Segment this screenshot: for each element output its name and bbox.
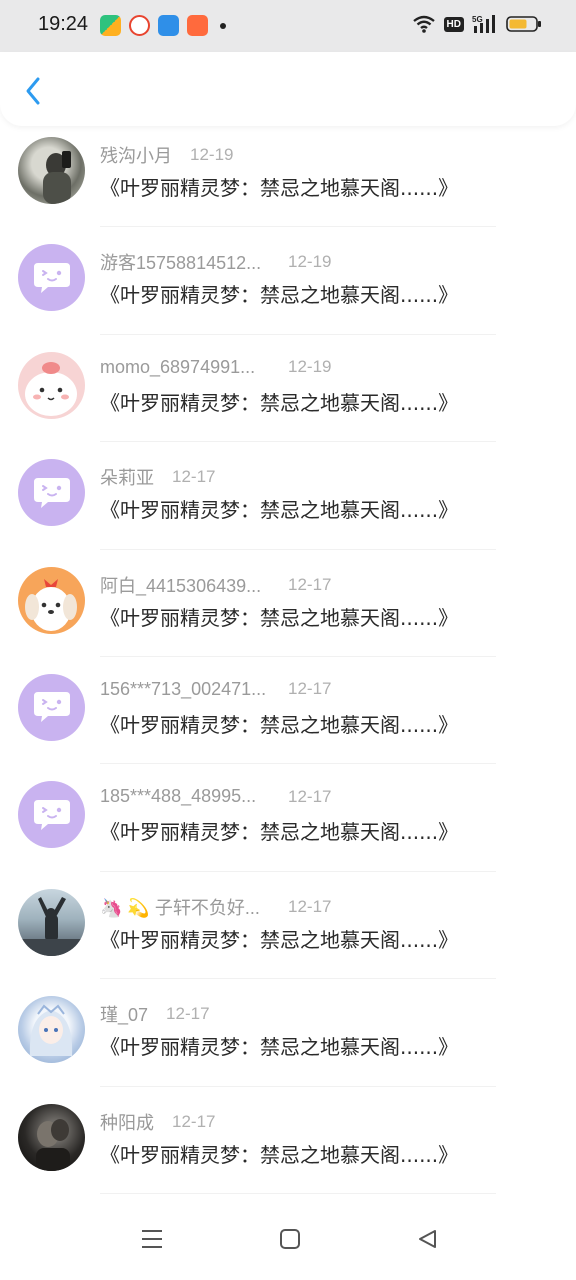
list-item[interactable]: 残沟小月 12-19 《叶罗丽精灵梦：禁忌之地慕天阁......》 xyxy=(0,120,576,228)
battery-icon xyxy=(506,16,541,32)
comment-date: 12-17 xyxy=(172,1111,216,1131)
list-item[interactable]: 种阳成 12-17 《叶罗丽精灵梦：禁忌之地慕天阁......》 xyxy=(0,1087,576,1194)
user-name[interactable]: 瑾_07 xyxy=(100,1001,148,1027)
comment-date: 12-17 xyxy=(288,574,332,594)
cartoon-dog-icon xyxy=(25,578,77,631)
name-line: 残沟小月 12-19 xyxy=(100,142,233,168)
name-line: 185***488_48995... 12-17 xyxy=(100,786,331,807)
avatar[interactable] xyxy=(18,351,85,419)
avatar[interactable] xyxy=(18,996,85,1064)
system-nav-bar xyxy=(0,1200,576,1280)
name-line: 🦄 💫 子轩不负好... 12-17 xyxy=(100,894,331,920)
chat-bubble-icon xyxy=(33,799,70,830)
anime-character-icon xyxy=(29,1004,73,1057)
comment-date: 12-17 xyxy=(288,679,332,699)
book-title[interactable]: 《叶罗丽精灵梦：禁忌之地慕天阁......》 xyxy=(100,387,458,416)
comment-date: 12-17 xyxy=(166,1004,210,1024)
home-icon xyxy=(280,1229,300,1249)
comment-date: 12-19 xyxy=(288,252,332,272)
chat-bubble-icon xyxy=(33,692,70,723)
wifi-icon xyxy=(412,15,435,33)
list-item[interactable]: 瑾_07 12-17 《叶罗丽精灵梦：禁忌之地慕天阁......》 xyxy=(0,979,576,1087)
comment-date: 12-17 xyxy=(172,467,216,487)
app-icon-3 xyxy=(158,15,179,36)
chevron-left-icon xyxy=(26,77,40,105)
home-button[interactable] xyxy=(275,1224,305,1254)
hd-badge: HD xyxy=(443,16,464,32)
person-photo-icon xyxy=(43,151,71,204)
comment-date: 12-19 xyxy=(190,145,234,164)
user-name[interactable]: 156***713_002471... xyxy=(100,679,270,700)
system-status: HD 5G xyxy=(412,14,542,34)
book-title[interactable]: 《叶罗丽精灵梦：禁忌之地慕天阁......》 xyxy=(100,1031,458,1060)
user-name[interactable]: 🦄 💫 子轩不负好... xyxy=(100,894,270,920)
weibo-icon xyxy=(129,15,150,36)
comment-date: 12-17 xyxy=(288,786,332,806)
user-name[interactable]: 种阳成 xyxy=(100,1109,154,1135)
user-name[interactable]: 游客15758814512... xyxy=(100,249,270,275)
list-item[interactable]: 朵莉亚 12-17 《叶罗丽精灵梦：禁忌之地慕天阁......》 xyxy=(0,442,576,550)
app-icon-4 xyxy=(187,15,208,36)
book-title[interactable]: 《叶罗丽精灵梦：禁忌之地慕天阁......》 xyxy=(100,709,458,738)
book-title[interactable]: 《叶罗丽精灵梦：禁忌之地慕天阁......》 xyxy=(100,816,458,845)
more-notifications-dot xyxy=(220,22,226,29)
list-item[interactable]: momo_68974991... 12-19 《叶罗丽精灵梦：禁忌之地慕天阁..… xyxy=(0,335,576,443)
chat-bubble-icon xyxy=(33,477,70,508)
name-line: 种阳成 12-17 xyxy=(100,1109,215,1135)
book-title[interactable]: 《叶罗丽精灵梦：禁忌之地慕天阁......》 xyxy=(100,924,458,953)
status-bar: 19:24 HD 5G xyxy=(0,0,576,52)
cartoon-creature-icon xyxy=(25,361,77,416)
comment-list: 残沟小月 12-19 《叶罗丽精灵梦：禁忌之地慕天阁......》 游客1575… xyxy=(0,120,576,1194)
menu-button[interactable] xyxy=(137,1224,167,1254)
menu-icon xyxy=(142,1230,162,1248)
list-item[interactable]: 🦄 💫 子轩不负好... 12-17 《叶罗丽精灵梦：禁忌之地慕天阁......… xyxy=(0,872,576,980)
name-line: 朵莉亚 12-17 xyxy=(100,464,215,490)
name-line: 瑾_07 12-17 xyxy=(100,1001,210,1027)
avatar[interactable] xyxy=(18,781,85,849)
list-item[interactable]: 阿白_4415306439... 12-17 《叶罗丽精灵梦：禁忌之地慕天阁..… xyxy=(0,550,576,657)
name-line: 游客15758814512... 12-19 xyxy=(100,249,331,275)
user-name[interactable]: 185***488_48995... xyxy=(100,786,270,807)
user-name[interactable]: 朵莉亚 xyxy=(100,464,154,490)
book-title[interactable]: 《叶罗丽精灵梦：禁忌之地慕天阁......》 xyxy=(100,279,458,308)
book-title[interactable]: 《叶罗丽精灵梦：禁忌之地慕天阁......》 xyxy=(100,602,458,631)
person-photo-icon xyxy=(18,896,85,956)
avatar[interactable] xyxy=(18,566,85,634)
back-button[interactable] xyxy=(16,74,50,108)
svg-text:5G: 5G xyxy=(472,15,483,24)
top-nav-bar xyxy=(0,52,576,126)
avatar[interactable] xyxy=(18,459,85,527)
notification-icons xyxy=(100,15,226,36)
list-item[interactable]: 游客15758814512... 12-19 《叶罗丽精灵梦：禁忌之地慕天阁..… xyxy=(0,227,576,335)
chat-bubble-icon xyxy=(33,262,70,293)
comment-date: 12-19 xyxy=(288,357,332,377)
book-title[interactable]: 《叶罗丽精灵梦：禁忌之地慕天阁......》 xyxy=(100,1139,458,1168)
user-name[interactable]: 残沟小月 xyxy=(100,142,172,168)
avatar[interactable] xyxy=(18,673,85,741)
list-item[interactable]: 156***713_002471... 12-17 《叶罗丽精灵梦：禁忌之地慕天… xyxy=(0,657,576,765)
signal-icon: 5G xyxy=(472,15,495,33)
book-title[interactable]: 《叶罗丽精灵梦：禁忌之地慕天阁......》 xyxy=(100,172,458,201)
name-line: momo_68974991... 12-19 xyxy=(100,357,331,378)
avatar[interactable] xyxy=(18,888,85,956)
user-name[interactable]: 阿白_4415306439... xyxy=(100,572,270,598)
comment-date: 12-17 xyxy=(288,896,332,916)
user-name[interactable]: momo_68974991... xyxy=(100,357,270,378)
list-item[interactable]: 185***488_48995... 12-17 《叶罗丽精灵梦：禁忌之地慕天阁… xyxy=(0,764,576,872)
divider xyxy=(100,1192,496,1194)
avatar[interactable] xyxy=(18,1103,85,1171)
app-icon-1 xyxy=(100,15,121,36)
person-photo-icon xyxy=(36,1118,70,1171)
name-line: 阿白_4415306439... 12-17 xyxy=(100,572,331,598)
avatar[interactable] xyxy=(18,244,85,312)
status-time: 19:24 xyxy=(38,13,89,35)
name-line: 156***713_002471... 12-17 xyxy=(100,679,331,700)
back-triangle-icon xyxy=(419,1230,436,1248)
system-back-button[interactable] xyxy=(412,1224,442,1254)
book-title[interactable]: 《叶罗丽精灵梦：禁忌之地慕天阁......》 xyxy=(100,494,458,523)
avatar[interactable] xyxy=(18,137,85,204)
